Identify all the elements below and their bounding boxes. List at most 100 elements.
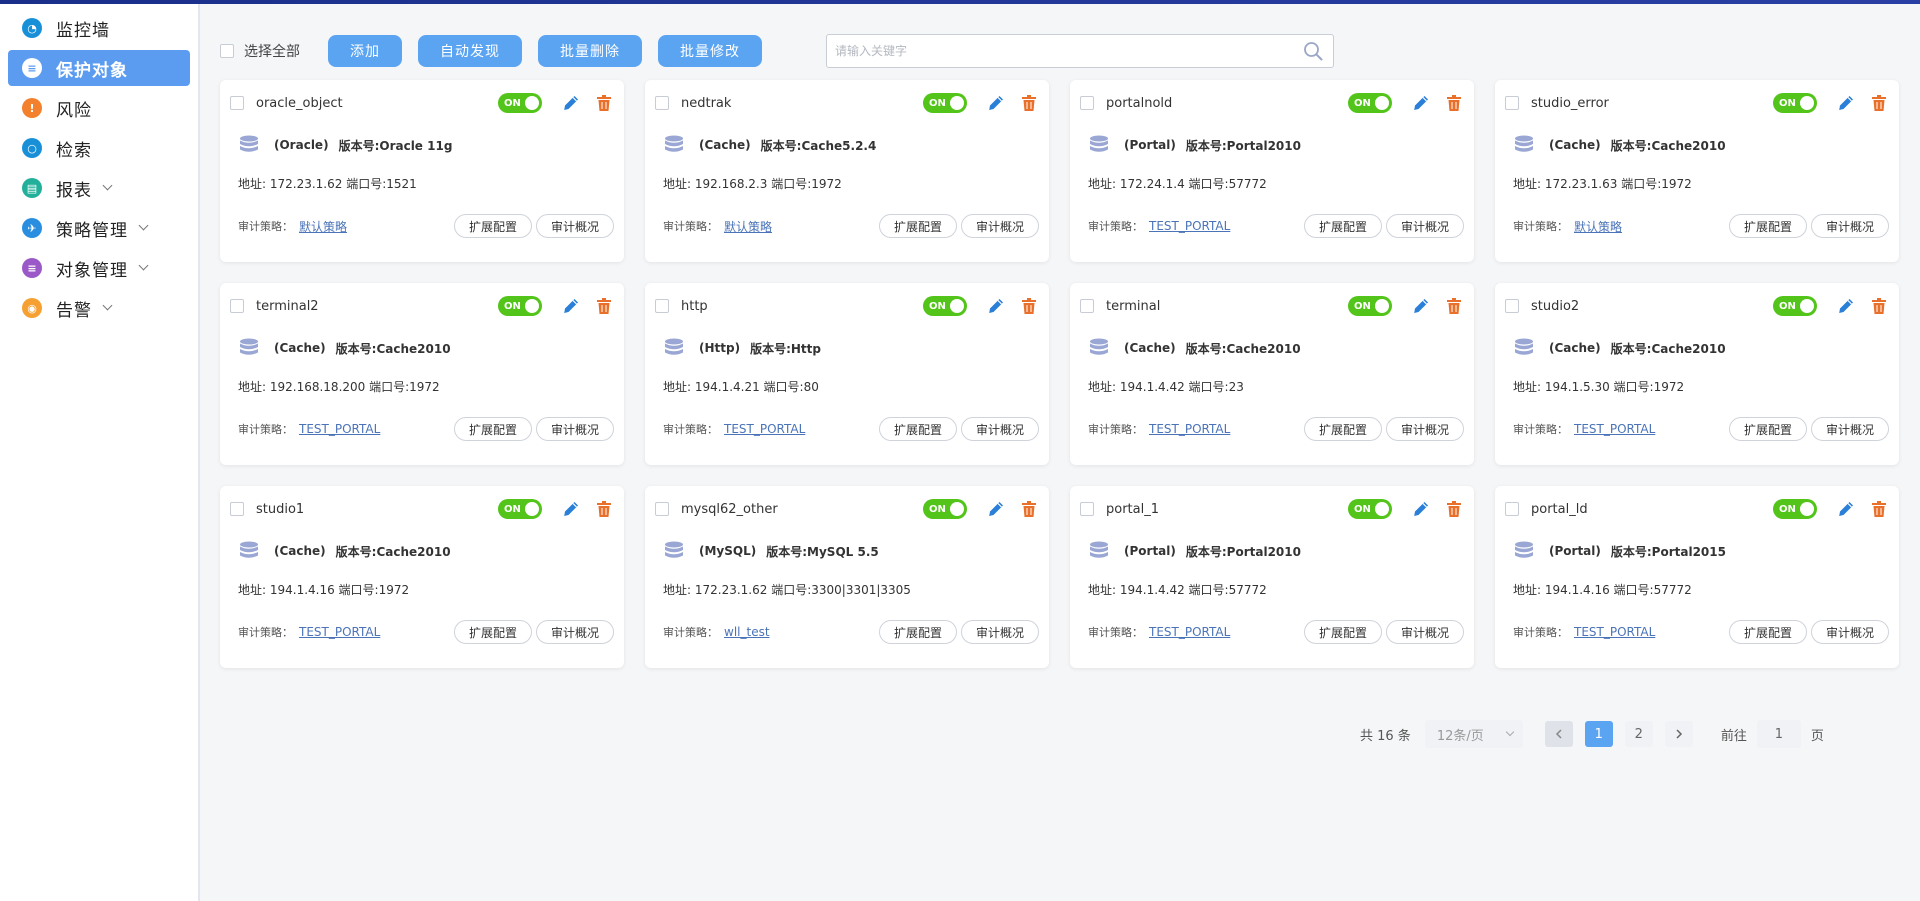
delete-icon[interactable] (1446, 94, 1462, 112)
card-checkbox[interactable] (1080, 299, 1094, 313)
page-button-1[interactable]: 1 (1584, 721, 1613, 747)
delete-icon[interactable] (596, 500, 612, 518)
sidebar-item-2[interactable]: ! 风险 (8, 90, 190, 126)
extend-config-button[interactable]: 扩展配置 (1728, 620, 1807, 644)
search-input[interactable] (835, 44, 1295, 58)
policy-link[interactable]: 默认策略 (1574, 218, 1622, 235)
edit-icon[interactable] (1412, 500, 1430, 518)
audit-overview-button[interactable]: 审计概况 (960, 620, 1039, 644)
delete-icon[interactable] (1021, 94, 1037, 112)
page-button-2[interactable]: 2 (1624, 721, 1653, 747)
sidebar-item-7[interactable]: ◉ 告警 (8, 290, 190, 326)
audit-overview-button[interactable]: 审计概况 (960, 214, 1039, 238)
edit-icon[interactable] (1837, 500, 1855, 518)
sidebar-item-4[interactable]: ▤ 报表 (8, 170, 190, 206)
select-all-checkbox[interactable] (220, 44, 234, 58)
card-checkbox[interactable] (1505, 96, 1519, 110)
search-icon[interactable] (1303, 41, 1323, 61)
edit-icon[interactable] (987, 297, 1005, 315)
add-button[interactable]: 添加 (328, 35, 402, 67)
policy-link[interactable]: TEST_PORTAL (299, 625, 380, 639)
card-checkbox[interactable] (1080, 96, 1094, 110)
extend-config-button[interactable]: 扩展配置 (878, 417, 957, 441)
enable-toggle[interactable]: ON (923, 499, 967, 519)
extend-config-button[interactable]: 扩展配置 (878, 620, 957, 644)
batch-delete-button[interactable]: 批量删除 (538, 35, 642, 67)
enable-toggle[interactable]: ON (1348, 296, 1392, 316)
card-checkbox[interactable] (655, 299, 669, 313)
extend-config-button[interactable]: 扩展配置 (453, 214, 532, 238)
policy-link[interactable]: wll_test (724, 625, 770, 639)
enable-toggle[interactable]: ON (498, 499, 542, 519)
extend-config-button[interactable]: 扩展配置 (453, 417, 532, 441)
page-size-select[interactable]: 12条/页 (1424, 720, 1523, 748)
card-checkbox[interactable] (1505, 502, 1519, 516)
edit-icon[interactable] (562, 297, 580, 315)
delete-icon[interactable] (1871, 500, 1887, 518)
delete-icon[interactable] (596, 297, 612, 315)
enable-toggle[interactable]: ON (1348, 93, 1392, 113)
enable-toggle[interactable]: ON (1773, 499, 1817, 519)
card-checkbox[interactable] (1080, 502, 1094, 516)
sidebar-item-6[interactable]: ≡ 对象管理 (8, 250, 190, 286)
delete-icon[interactable] (1871, 94, 1887, 112)
card-checkbox[interactable] (230, 299, 244, 313)
enable-toggle[interactable]: ON (1348, 499, 1392, 519)
extend-config-button[interactable]: 扩展配置 (1303, 417, 1382, 441)
policy-link[interactable]: TEST_PORTAL (299, 422, 380, 436)
delete-icon[interactable] (1446, 500, 1462, 518)
delete-icon[interactable] (596, 94, 612, 112)
edit-icon[interactable] (562, 500, 580, 518)
enable-toggle[interactable]: ON (498, 93, 542, 113)
edit-icon[interactable] (562, 94, 580, 112)
policy-link[interactable]: TEST_PORTAL (1574, 422, 1655, 436)
edit-icon[interactable] (1412, 94, 1430, 112)
goto-page-input[interactable]: 1 (1756, 720, 1801, 748)
delete-icon[interactable] (1871, 297, 1887, 315)
enable-toggle[interactable]: ON (923, 296, 967, 316)
policy-link[interactable]: TEST_PORTAL (1149, 625, 1230, 639)
delete-icon[interactable] (1021, 500, 1037, 518)
extend-config-button[interactable]: 扩展配置 (453, 620, 532, 644)
enable-toggle[interactable]: ON (923, 93, 967, 113)
card-checkbox[interactable] (655, 96, 669, 110)
edit-icon[interactable] (987, 500, 1005, 518)
audit-overview-button[interactable]: 审计概况 (1810, 417, 1889, 441)
prev-page-button[interactable] (1544, 721, 1573, 747)
enable-toggle[interactable]: ON (498, 296, 542, 316)
card-checkbox[interactable] (655, 502, 669, 516)
sidebar-item-0[interactable]: ◔ 监控墙 (8, 10, 190, 46)
policy-link[interactable]: TEST_PORTAL (724, 422, 805, 436)
audit-overview-button[interactable]: 审计概况 (535, 417, 614, 441)
enable-toggle[interactable]: ON (1773, 296, 1817, 316)
auto-discover-button[interactable]: 自动发现 (418, 35, 522, 67)
next-page-button[interactable] (1664, 721, 1693, 747)
sidebar-item-3[interactable]: ○ 检索 (8, 130, 190, 166)
sidebar-item-5[interactable]: ✈ 策略管理 (8, 210, 190, 246)
card-checkbox[interactable] (230, 502, 244, 516)
delete-icon[interactable] (1021, 297, 1037, 315)
enable-toggle[interactable]: ON (1773, 93, 1817, 113)
sidebar-item-1[interactable]: ≡ 保护对象 (8, 50, 190, 86)
audit-overview-button[interactable]: 审计概况 (1810, 620, 1889, 644)
edit-icon[interactable] (1412, 297, 1430, 315)
card-checkbox[interactable] (1505, 299, 1519, 313)
card-checkbox[interactable] (230, 96, 244, 110)
policy-link[interactable]: 默认策略 (724, 218, 772, 235)
delete-icon[interactable] (1446, 297, 1462, 315)
edit-icon[interactable] (987, 94, 1005, 112)
audit-overview-button[interactable]: 审计概况 (535, 620, 614, 644)
extend-config-button[interactable]: 扩展配置 (878, 214, 957, 238)
audit-overview-button[interactable]: 审计概况 (1385, 417, 1464, 441)
policy-link[interactable]: TEST_PORTAL (1149, 422, 1230, 436)
policy-link[interactable]: TEST_PORTAL (1574, 625, 1655, 639)
extend-config-button[interactable]: 扩展配置 (1728, 214, 1807, 238)
edit-icon[interactable] (1837, 297, 1855, 315)
audit-overview-button[interactable]: 审计概况 (1385, 214, 1464, 238)
policy-link[interactable]: TEST_PORTAL (1149, 219, 1230, 233)
edit-icon[interactable] (1837, 94, 1855, 112)
audit-overview-button[interactable]: 审计概况 (1810, 214, 1889, 238)
extend-config-button[interactable]: 扩展配置 (1728, 417, 1807, 441)
audit-overview-button[interactable]: 审计概况 (535, 214, 614, 238)
batch-edit-button[interactable]: 批量修改 (658, 35, 762, 67)
